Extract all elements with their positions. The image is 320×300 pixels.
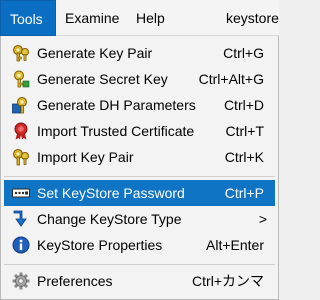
menu-item-shortcut: Ctrl+K	[224, 149, 264, 165]
menu-separator	[4, 176, 275, 177]
menu-bar: Tools Examine Help keystore	[0, 0, 279, 36]
menu-item-shortcut: Ctrl+D	[223, 97, 264, 113]
menu-item-label: Preferences	[37, 273, 113, 289]
menu-item-label: Generate Key Pair	[37, 45, 153, 61]
menu-item-label: KeyStore Properties	[37, 237, 163, 253]
menu-item-label: Generate DH Parameters	[37, 97, 196, 113]
menu-item-import-key-pair[interactable]: Import Key Pair Ctrl+K	[4, 144, 275, 170]
menu-examine[interactable]: Examine	[56, 0, 128, 36]
menu-help[interactable]: Help	[127, 0, 174, 36]
menu-item-shortcut: Ctrl+Alt+G	[198, 71, 264, 87]
menu-item-label: Change KeyStore Type	[37, 211, 182, 227]
menu-item-import-trusted-certificate[interactable]: Import Trusted Certificate Ctrl+T	[4, 118, 275, 144]
password-icon	[12, 188, 30, 198]
menu-item-label: Import Trusted Certificate	[37, 123, 195, 139]
menu-item-shortcut: Alt+Enter	[206, 237, 264, 253]
menu-item-preferences[interactable]: Preferences Ctrl+カンマ	[4, 268, 275, 294]
menu-item-shortcut: Ctrl+T	[225, 123, 265, 139]
trusted-certificate-icon	[14, 122, 28, 140]
key-pair-icon	[13, 45, 29, 62]
menu-item-label: Import Key Pair	[37, 149, 134, 165]
menu-separator	[4, 264, 275, 265]
menu-item-generate-key-pair[interactable]: Generate Key Pair Ctrl+G	[4, 40, 275, 66]
menu-item-label: Generate Secret Key	[37, 71, 168, 87]
keystore-type-icon	[13, 210, 27, 227]
menu-item-generate-secret-key[interactable]: Generate Secret Key Ctrl+Alt+G	[4, 66, 275, 92]
menu-item-generate-dh-parameters[interactable]: Generate DH Parameters Ctrl+D	[4, 92, 275, 118]
menu-item-label: Set KeyStore Password	[37, 185, 185, 201]
dh-parameters-icon	[12, 97, 27, 114]
menu-item-change-keystore-type[interactable]: Change KeyStore Type >	[4, 206, 275, 232]
menu-item-set-keystore-password[interactable]: Set KeyStore Password Ctrl+P	[4, 180, 275, 206]
tools-dropdown-menu: Generate Key Pair Ctrl+G Generate Secret…	[0, 36, 279, 300]
menu-tools[interactable]: Tools	[0, 0, 56, 36]
menu-item-keystore-properties[interactable]: KeyStore Properties Alt+Enter	[4, 232, 275, 258]
menu-item-shortcut: Ctrl+P	[224, 185, 264, 201]
import-key-pair-icon	[13, 149, 29, 166]
secret-key-icon	[14, 70, 30, 88]
gear-icon	[12, 272, 30, 290]
submenu-chevron-icon: >	[258, 211, 267, 227]
menu-keystore-tab[interactable]: keystore	[217, 0, 288, 36]
menu-item-shortcut: Ctrl+G	[223, 45, 264, 61]
menu-item-shortcut: Ctrl+カンマ	[192, 273, 264, 289]
info-icon	[12, 236, 30, 254]
